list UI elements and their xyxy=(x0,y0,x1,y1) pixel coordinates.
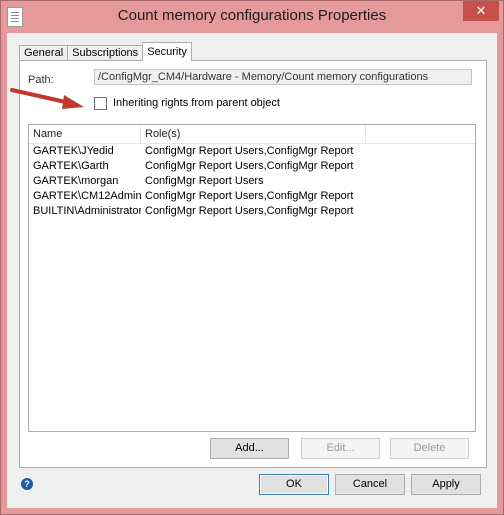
row-roles: ConfigMgr Report Users,ConfigMgr Report … xyxy=(145,190,355,202)
security-panel: Path: /ConfigMgr_CM4/Hardware - Memory/C… xyxy=(10,60,487,468)
table-row[interactable]: BUILTIN\Administrators ConfigMgr Report … xyxy=(29,204,475,219)
row-roles: ConfigMgr Report Users,ConfigMgr Report … xyxy=(145,160,355,172)
help-icon[interactable]: ? xyxy=(21,478,33,490)
apply-button[interactable]: Apply xyxy=(411,474,481,495)
column-header-roles[interactable]: Role(s) xyxy=(141,125,366,143)
properties-window: Count memory configurations Properties ✕… xyxy=(0,0,504,515)
delete-button[interactable]: Delete xyxy=(390,438,469,459)
list-header: Name Role(s) xyxy=(29,125,475,144)
row-name: BUILTIN\Administrators xyxy=(33,205,141,217)
row-roles: ConfigMgr Report Users xyxy=(145,175,264,187)
row-name: GARTEK\Garth xyxy=(33,160,109,172)
tab-strip: General Subscriptions Security xyxy=(19,42,192,61)
red-arrow-annotation xyxy=(10,88,84,109)
add-button[interactable]: Add... xyxy=(210,438,289,459)
inherit-rights-checkbox[interactable] xyxy=(94,96,107,110)
row-name: GARTEK\JYedid xyxy=(33,145,114,157)
inherit-rights-label: Inheriting rights from parent object xyxy=(113,97,280,109)
title-bar[interactable]: Count memory configurations Properties ✕ xyxy=(1,1,503,33)
row-name: GARTEK\morgan xyxy=(33,175,119,187)
path-field: /ConfigMgr_CM4/Hardware - Memory/Count m… xyxy=(94,69,472,85)
tab-security[interactable]: Security xyxy=(142,42,192,61)
table-row[interactable]: GARTEK\CM12Admin ConfigMgr Report Users,… xyxy=(29,189,475,204)
table-row[interactable]: GARTEK\JYedid ConfigMgr Report Users,Con… xyxy=(29,144,475,159)
inherit-rights-option[interactable]: Inheriting rights from parent object xyxy=(94,96,280,110)
row-roles: ConfigMgr Report Users,ConfigMgr Report … xyxy=(145,145,355,157)
column-header-name[interactable]: Name xyxy=(29,125,141,143)
table-row[interactable]: GARTEK\Garth ConfigMgr Report Users,Conf… xyxy=(29,159,475,174)
close-button[interactable]: ✕ xyxy=(463,1,499,21)
edit-button[interactable]: Edit... xyxy=(301,438,380,459)
table-row[interactable]: GARTEK\morgan ConfigMgr Report Users xyxy=(29,174,475,189)
security-list[interactable]: Name Role(s) GARTEK\JYedid ConfigMgr Rep… xyxy=(28,124,476,432)
window-title: Count memory configurations Properties xyxy=(117,7,387,24)
row-roles: ConfigMgr Report Users,ConfigMgr Report … xyxy=(145,205,355,217)
row-name: GARTEK\CM12Admin xyxy=(33,190,141,202)
tab-general[interactable]: General xyxy=(19,45,69,61)
tab-subscriptions[interactable]: Subscriptions xyxy=(67,45,144,61)
cancel-button[interactable]: Cancel xyxy=(335,474,405,495)
dialog-client-area: General Subscriptions Security Path: /Co… xyxy=(7,33,497,508)
ok-button[interactable]: OK xyxy=(259,474,329,495)
